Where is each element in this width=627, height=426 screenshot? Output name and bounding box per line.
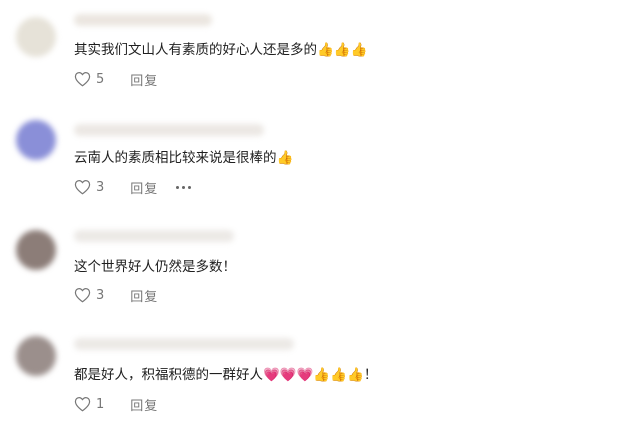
comment-actions: 5 回复 (74, 70, 158, 89)
username[interactable]: ██████████████ (74, 338, 294, 350)
like-count: 1 (96, 396, 105, 412)
comment-text: 云南人的素质相比较来说是很棒的👍 (74, 150, 294, 166)
like-count: 3 (96, 287, 105, 303)
comment-item: ███████████ 这个世界好人仍然是多数！ 3 回复 (0, 216, 627, 322)
comment-item: ████████ 其实我们文山人有素质的好心人还是多的👍👍👍 5 回复 (0, 0, 627, 106)
reply-button[interactable]: 回复 (130, 70, 158, 89)
reply-button[interactable]: 回复 (130, 286, 158, 305)
like-count: 5 (96, 71, 105, 87)
avatar[interactable] (16, 336, 56, 376)
like-button[interactable]: 5 (74, 71, 104, 87)
comment-text: 这个世界好人仍然是多数！ (74, 259, 236, 275)
like-button[interactable]: 3 (74, 179, 104, 195)
avatar[interactable] (16, 120, 56, 160)
username[interactable]: ████████████ (74, 124, 264, 136)
username[interactable]: ████████ (74, 14, 212, 26)
comment-text: 都是好人，积福积德的一群好人💗💗💗👍👍👍！ (74, 367, 378, 383)
heart-outline-icon (74, 397, 91, 412)
reply-button[interactable]: 回复 (130, 178, 158, 197)
comment-actions: 3 回复 (74, 286, 158, 305)
comment-actions: 3 回复 (74, 178, 192, 197)
ellipsis-icon[interactable] (176, 185, 192, 189)
username[interactable]: ███████████ (74, 230, 234, 242)
comment-item: ████████████ 云南人的素质相比较来说是很棒的👍 3 回复 (0, 106, 627, 216)
like-button[interactable]: 3 (74, 287, 104, 303)
comment-text: 其实我们文山人有素质的好心人还是多的👍👍👍 (74, 42, 368, 58)
heart-outline-icon (74, 72, 91, 87)
heart-outline-icon (74, 180, 91, 195)
avatar[interactable] (16, 230, 56, 270)
comment-actions: 1 回复 (74, 395, 158, 414)
avatar[interactable] (16, 17, 56, 57)
comment-item: ██████████████ 都是好人，积福积德的一群好人💗💗💗👍👍👍！ 1 回… (0, 322, 627, 426)
reply-button[interactable]: 回复 (130, 395, 158, 414)
like-button[interactable]: 1 (74, 396, 104, 412)
heart-outline-icon (74, 288, 91, 303)
like-count: 3 (96, 179, 105, 195)
